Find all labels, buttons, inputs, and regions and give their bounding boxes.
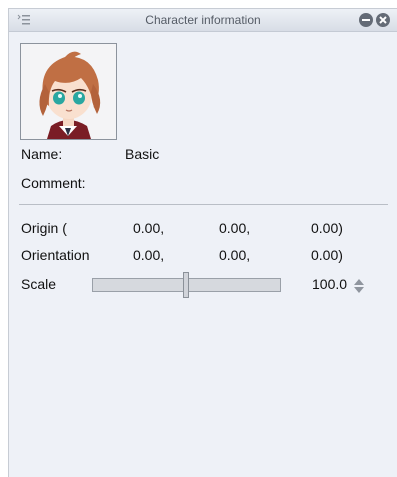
- panel-content: Name: Basic Comment: Origin ( 0.00, 0.00…: [9, 32, 397, 477]
- scale-label: Scale: [21, 276, 57, 292]
- orientation-z-value[interactable]: 0.00): [311, 247, 343, 263]
- comment-label: Comment:: [21, 175, 86, 191]
- spin-up-down-icon[interactable]: [353, 277, 365, 295]
- orientation-label: Orientation: [21, 247, 90, 263]
- origin-label: Origin (: [21, 220, 67, 236]
- name-value: Basic: [125, 146, 160, 162]
- scale-value[interactable]: 100.0: [312, 276, 347, 292]
- character-information-panel: Character information Name: Basic Commen…: [8, 8, 397, 477]
- origin-x-value[interactable]: 0.00,: [133, 220, 164, 236]
- orientation-x-value[interactable]: 0.00,: [133, 247, 164, 263]
- name-label: Name:: [21, 146, 63, 162]
- origin-y-value[interactable]: 0.00,: [219, 220, 250, 236]
- minimize-icon[interactable]: [359, 13, 373, 27]
- character-thumbnail: [20, 43, 117, 140]
- orientation-y-value[interactable]: 0.00,: [219, 247, 250, 263]
- close-icon[interactable]: [376, 13, 390, 27]
- origin-z-value[interactable]: 0.00): [311, 220, 343, 236]
- divider: [19, 204, 388, 205]
- title-bar[interactable]: Character information: [9, 9, 397, 32]
- scale-slider-thumb[interactable]: [183, 272, 189, 298]
- window-title: Character information: [145, 13, 261, 27]
